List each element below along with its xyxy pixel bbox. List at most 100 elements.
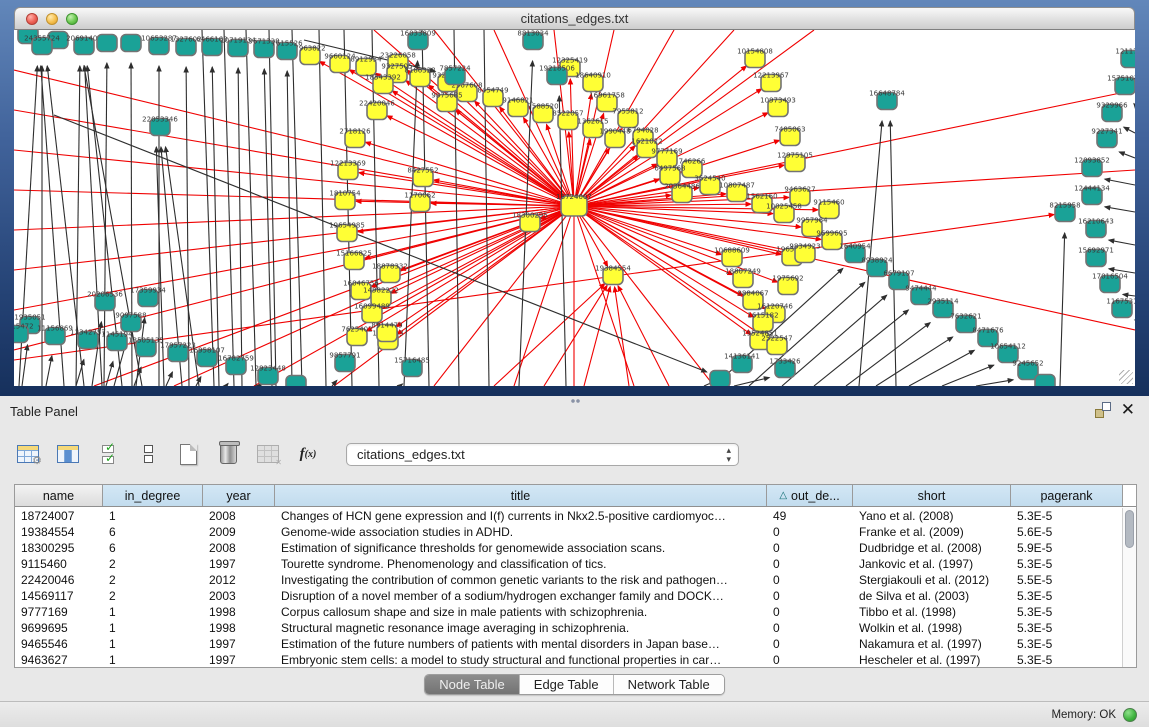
table-cell[interactable]: 5.3E-5 [1011, 557, 1122, 571]
column-header-in_degree[interactable]: in_degree [103, 485, 203, 506]
graph-edge[interactable] [22, 345, 28, 386]
graph-edge[interactable] [1134, 104, 1135, 105]
graph-edge[interactable] [226, 384, 228, 386]
scrollbar-thumb[interactable] [1125, 510, 1134, 548]
graph-edge[interactable] [1109, 240, 1135, 245]
table-cell[interactable]: 5.3E-5 [1011, 605, 1122, 619]
table-cell[interactable]: 9465546 [15, 637, 103, 651]
table-cell[interactable]: Embryonic stem cells: a model to study s… [275, 653, 767, 667]
tab-network-table[interactable]: Network Table [614, 675, 724, 694]
table-cell[interactable]: 5.3E-5 [1011, 589, 1122, 603]
table-cell[interactable]: 5.9E-5 [1011, 541, 1122, 555]
graph-edge[interactable] [484, 30, 489, 386]
table-row[interactable]: 1830029562008Estimation of significance … [15, 540, 1122, 556]
table-cell[interactable]: 1998 [203, 605, 275, 619]
table-cell[interactable]: Corpus callosum shape and size in male p… [275, 605, 767, 619]
table-cell[interactable]: 6 [103, 525, 203, 539]
graph-node[interactable] [286, 376, 306, 387]
graph-edge[interactable] [186, 67, 189, 386]
graph-edge[interactable] [400, 384, 402, 386]
graph-edge[interactable] [434, 206, 574, 386]
table-cell[interactable]: 2009 [203, 525, 275, 539]
table-cell[interactable]: 2012 [203, 573, 275, 587]
table-cell[interactable]: 0 [767, 637, 853, 651]
table-cell[interactable]: 1 [103, 653, 203, 667]
vertical-scrollbar[interactable] [1122, 508, 1136, 667]
table-cell[interactable]: Nakamura et al. (1997) [853, 637, 1011, 651]
graph-edge[interactable] [1123, 294, 1135, 296]
delete-rows-icon[interactable] [214, 440, 242, 468]
table-row[interactable]: 1456911722003Disruption of a novel membe… [15, 588, 1122, 604]
table-cell[interactable]: 2008 [203, 509, 275, 523]
resize-grip[interactable] [1119, 370, 1133, 384]
graph-node[interactable] [1035, 375, 1055, 387]
column-header-pagerank[interactable]: pagerank [1011, 485, 1123, 506]
select-columns-icon[interactable] [54, 440, 82, 468]
table-cell[interactable]: 0 [767, 525, 853, 539]
graph-node[interactable] [121, 35, 141, 52]
table-cell[interactable]: 5.5E-5 [1011, 573, 1122, 587]
memory-status-indicator[interactable] [1123, 708, 1137, 722]
citation-graph[interactable]: 7963822966012489129542322605893275051854… [14, 30, 1135, 386]
column-header-title[interactable]: title [275, 485, 767, 506]
table-cell[interactable]: Dudbridge et al. (2008) [853, 541, 1011, 555]
row-height-icon[interactable] [134, 440, 162, 468]
graph-edge[interactable] [846, 323, 930, 386]
table-cell[interactable]: Disruption of a novel member of a sodium… [275, 589, 767, 603]
table-selector-combobox[interactable]: citations_edges.txt ▴▾ [346, 443, 739, 466]
graph-edge[interactable] [269, 30, 276, 386]
graph-edge[interactable] [734, 378, 769, 386]
close-panel-icon[interactable]: ✕ [1121, 402, 1135, 418]
table-row[interactable]: 946554611997Estimation of the future num… [15, 636, 1122, 652]
table-cell[interactable]: 0 [767, 621, 853, 635]
graph-edge[interactable] [212, 67, 219, 386]
table-cell[interactable]: Jankovic et al. (1997) [853, 557, 1011, 571]
table-cell[interactable]: 14569117 [15, 589, 103, 603]
table-cell[interactable]: 5.3E-5 [1011, 637, 1122, 651]
graph-edge[interactable] [618, 286, 669, 386]
table-cell[interactable]: 49 [767, 509, 853, 523]
table-cell[interactable]: 0 [767, 605, 853, 619]
graph-edge[interactable] [1119, 152, 1135, 158]
table-cell[interactable]: 5.3E-5 [1011, 653, 1122, 667]
table-cell[interactable]: 1998 [203, 621, 275, 635]
graph-edge[interactable] [238, 68, 242, 386]
table-row[interactable]: 946362711997Embryonic stem cells: a mode… [15, 652, 1122, 667]
table-cell[interactable]: 2 [103, 573, 203, 587]
combobox-stepper-icon[interactable]: ▴▾ [726, 446, 731, 464]
graph-edge[interactable] [106, 362, 113, 386]
graph-edge[interactable] [574, 206, 1135, 330]
table-cell[interactable]: 0 [767, 541, 853, 555]
table-cell[interactable]: 9699695 [15, 621, 103, 635]
table-cell[interactable]: 9115460 [15, 557, 103, 571]
table-cell[interactable]: 5.3E-5 [1011, 509, 1122, 523]
table-cell[interactable]: 5.6E-5 [1011, 525, 1122, 539]
column-header-short[interactable]: short [853, 485, 1011, 506]
float-window-icon[interactable] [1095, 402, 1111, 418]
table-row[interactable]: 969969511998Structural magnetic resonanc… [15, 620, 1122, 636]
table-cell[interactable]: 1 [103, 509, 203, 523]
column-header-out_de[interactable]: △out_de... [767, 485, 853, 506]
graph-edge[interactable] [404, 61, 418, 386]
graph-edge[interactable] [1105, 207, 1135, 212]
table-cell[interactable]: 22420046 [15, 573, 103, 587]
table-cell[interactable]: 5.3E-5 [1011, 621, 1122, 635]
graph-edge[interactable] [156, 147, 164, 386]
graph-edge[interactable] [942, 365, 994, 386]
table-cell[interactable]: Tibbo et al. (1998) [853, 605, 1011, 619]
graph-edge[interactable] [1060, 233, 1065, 386]
graph-edge[interactable] [46, 356, 52, 386]
tab-node-table[interactable]: Node Table [425, 675, 520, 694]
table-cell[interactable]: 1 [103, 637, 203, 651]
table-row[interactable]: 1938455462009Genome-wide association stu… [15, 524, 1122, 540]
graph-edge[interactable] [1124, 127, 1135, 133]
table-cell[interactable]: Genome-wide association studies in ADHD. [275, 525, 767, 539]
network-canvas[interactable]: 7963822966012489129542322605893275051854… [14, 30, 1135, 386]
new-table-icon[interactable] [174, 440, 202, 468]
column-header-year[interactable]: year [203, 485, 275, 506]
tab-edge-table[interactable]: Edge Table [520, 675, 614, 694]
table-cell[interactable]: 0 [767, 653, 853, 667]
select-rows-icon[interactable] [94, 440, 122, 468]
panel-divider-handle[interactable] [570, 398, 580, 404]
table-cell[interactable]: 2 [103, 557, 203, 571]
